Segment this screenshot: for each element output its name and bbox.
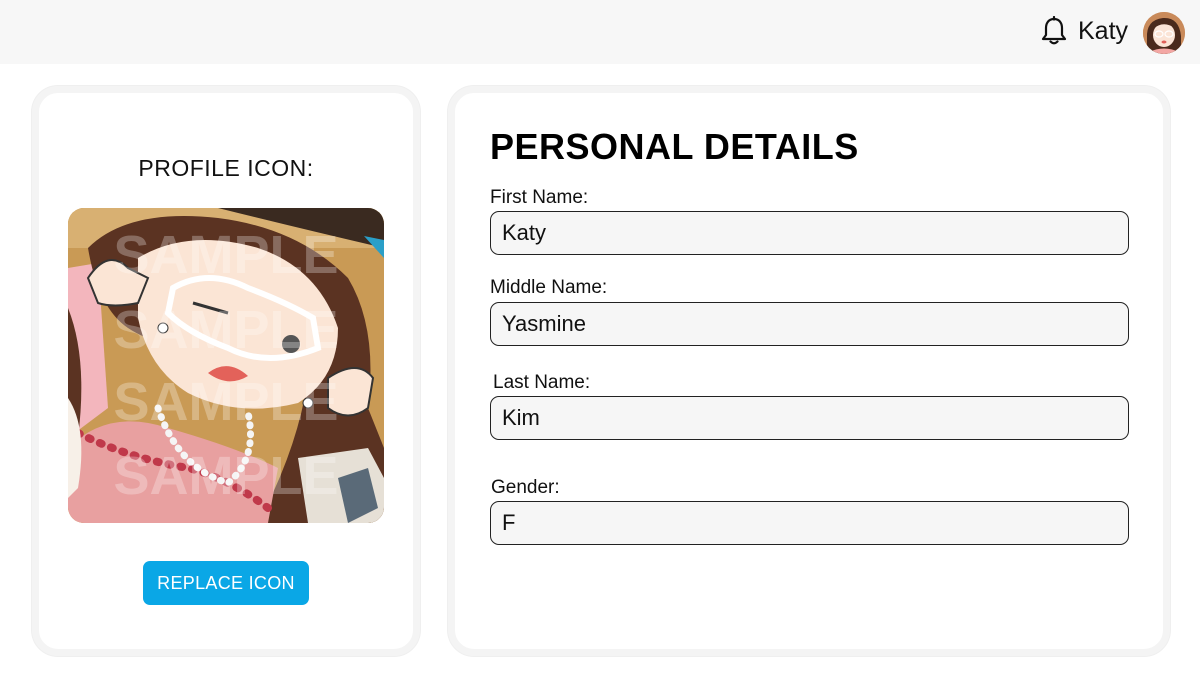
watermark-text: SAMPLE	[113, 446, 338, 506]
profile-image: SAMPLE SAMPLE SAMPLE SAMPLE	[68, 208, 384, 523]
user-avatar[interactable]	[1143, 12, 1185, 54]
watermark-text: SAMPLE	[113, 372, 338, 432]
last-name-label: Last Name:	[493, 372, 591, 393]
last-name-field[interactable]	[490, 396, 1129, 440]
top-bar: Katy	[0, 0, 1200, 64]
middle-name-label: Middle Name:	[490, 277, 608, 298]
first-name-field[interactable]	[490, 211, 1129, 255]
profile-icon-card: PROFILE ICON: SAMPLE SAMPLE SAMPLE SAMPL…	[32, 86, 420, 656]
middle-name-field[interactable]	[490, 302, 1129, 346]
profile-icon-label: PROFILE ICON:	[138, 155, 314, 181]
user-name[interactable]: Katy	[1078, 17, 1128, 46]
watermark-text: SAMPLE	[113, 225, 338, 285]
gender-label: Gender:	[491, 477, 560, 498]
gender-field[interactable]	[490, 501, 1129, 545]
personal-details-card: PERSONAL DETAILS First Name: Middle Name…	[448, 86, 1170, 656]
page-title: PERSONAL DETAILS	[490, 126, 859, 167]
replace-icon-button[interactable]: REPLACE ICON	[143, 561, 309, 605]
bell-icon[interactable]	[1040, 15, 1068, 46]
first-name-label: First Name:	[490, 187, 589, 208]
watermark-text: SAMPLE	[113, 300, 338, 360]
